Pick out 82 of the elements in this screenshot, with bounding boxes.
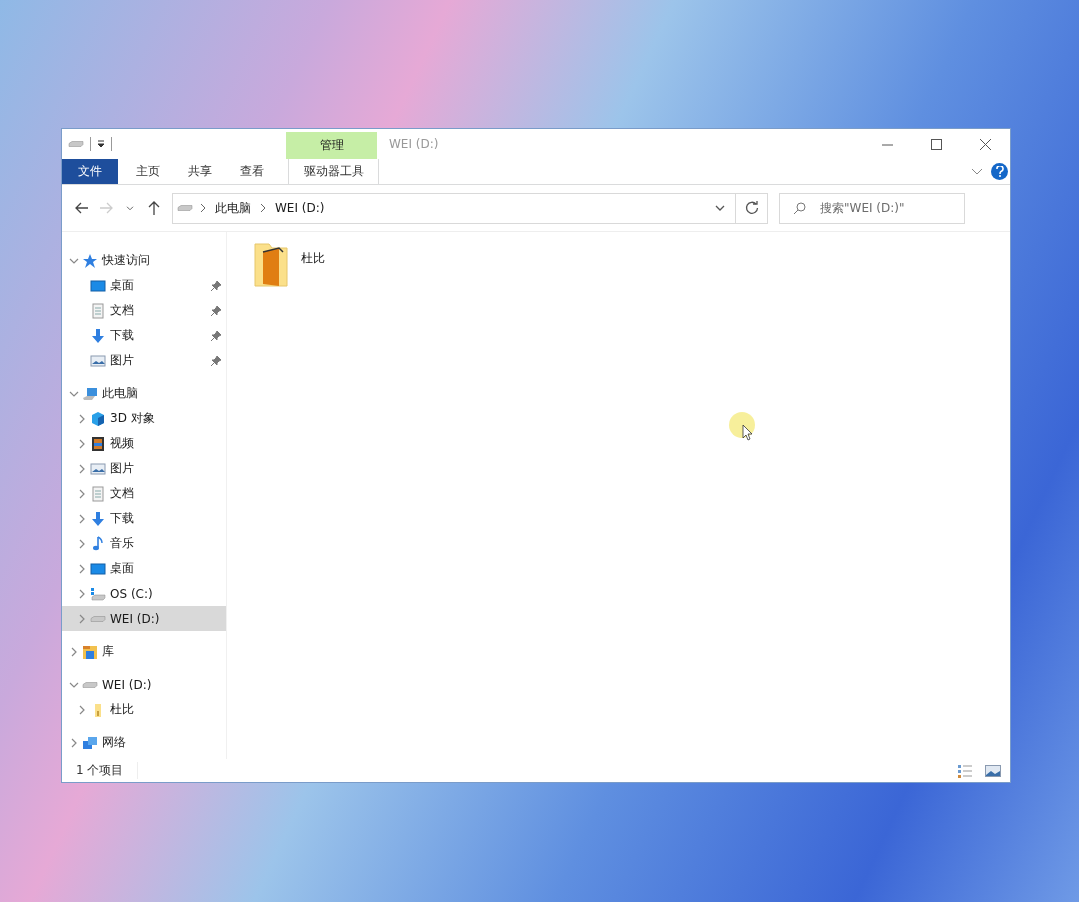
chevron-right-icon[interactable] bbox=[69, 646, 79, 657]
monitor-icon bbox=[90, 560, 106, 577]
back-arrow-icon bbox=[75, 202, 89, 214]
document-icon bbox=[90, 485, 106, 502]
search-field[interactable]: 搜索"WEI (D:)" bbox=[779, 192, 965, 224]
chevron-right-icon[interactable] bbox=[259, 203, 267, 213]
dropdown-caret-icon[interactable] bbox=[715, 205, 725, 211]
breadcrumb-item[interactable]: WEI (D:) bbox=[271, 201, 329, 215]
refresh-icon bbox=[744, 201, 759, 215]
item-count: 1 个项目 bbox=[76, 762, 139, 779]
breadcrumb-item[interactable]: 此电脑 bbox=[211, 199, 255, 217]
chevron-right-icon[interactable] bbox=[77, 463, 87, 474]
computer-icon bbox=[82, 385, 98, 402]
network-icon bbox=[82, 734, 98, 751]
folder-item[interactable]: 杜比 bbox=[253, 242, 353, 288]
star-icon bbox=[82, 252, 98, 269]
chevron-right-icon[interactable] bbox=[77, 563, 87, 574]
drive-icon bbox=[82, 681, 98, 688]
tree-item[interactable]: 库 bbox=[62, 639, 226, 664]
picture-icon bbox=[90, 352, 106, 369]
search-icon bbox=[793, 201, 806, 215]
large-icons-view-button[interactable] bbox=[982, 763, 1004, 778]
drive-icon bbox=[90, 615, 106, 622]
cursor-icon bbox=[729, 412, 757, 442]
tree-item[interactable]: 音乐 bbox=[62, 531, 226, 556]
chevron-down-icon bbox=[126, 205, 134, 211]
monitor-icon bbox=[90, 277, 106, 294]
chevron-right-icon[interactable] bbox=[77, 538, 87, 549]
tree-item[interactable]: 文档 bbox=[62, 298, 226, 323]
chevron-right-icon[interactable] bbox=[77, 588, 87, 599]
tree-item[interactable]: 下载 bbox=[62, 506, 226, 531]
tree-item[interactable]: 杜比 bbox=[62, 697, 226, 722]
down-arrow-icon bbox=[90, 327, 106, 344]
tree-item[interactable]: 文档 bbox=[62, 481, 226, 506]
film-icon bbox=[90, 435, 106, 452]
up-arrow-icon bbox=[148, 201, 160, 215]
tree-item[interactable]: 桌面 bbox=[62, 556, 226, 581]
window-title: WEI (D:) bbox=[388, 136, 440, 153]
chevron-right-icon[interactable] bbox=[199, 203, 207, 213]
ribbon-tab[interactable]: 驱动器工具 bbox=[288, 159, 379, 184]
chevron-right-icon[interactable] bbox=[77, 488, 87, 499]
chevron-right-icon[interactable] bbox=[77, 704, 87, 715]
drive-icon bbox=[90, 585, 106, 602]
library-icon bbox=[82, 643, 98, 660]
tree-item[interactable]: 桌面 bbox=[62, 273, 226, 298]
tree-item[interactable]: 此电脑 bbox=[62, 381, 226, 406]
tree-item[interactable]: 快速访问 bbox=[62, 248, 226, 273]
ribbon-tab[interactable]: 文件 bbox=[62, 159, 118, 184]
forward-arrow-icon bbox=[99, 202, 113, 214]
pin-icon[interactable] bbox=[210, 279, 222, 292]
maximize-icon bbox=[931, 138, 942, 150]
chevron-right-icon[interactable] bbox=[77, 513, 87, 524]
picture-icon bbox=[90, 460, 106, 477]
pin-icon[interactable] bbox=[210, 354, 222, 367]
drive-icon bbox=[177, 205, 193, 211]
context-tab-header: 管理 bbox=[286, 132, 377, 159]
tree-item[interactable]: OS (C:) bbox=[62, 581, 226, 606]
chevron-right-icon[interactable] bbox=[77, 438, 87, 449]
cube-icon bbox=[90, 410, 106, 427]
chevron-right-icon[interactable] bbox=[69, 737, 79, 748]
pin-icon[interactable] bbox=[210, 304, 222, 317]
document-icon bbox=[90, 302, 106, 319]
pin-icon[interactable] bbox=[210, 329, 222, 342]
chevron-right-icon[interactable] bbox=[77, 413, 87, 424]
tree-item[interactable]: 视频 bbox=[62, 431, 226, 456]
drive-icon bbox=[68, 141, 84, 147]
tree-item[interactable]: 图片 bbox=[62, 348, 226, 373]
folder-icon bbox=[253, 242, 289, 288]
tree-item[interactable]: 图片 bbox=[62, 456, 226, 481]
tree-item[interactable]: WEI (D:) bbox=[62, 672, 226, 697]
close-icon bbox=[980, 138, 991, 150]
help-icon[interactable] bbox=[991, 163, 1008, 180]
expand-ribbon-icon[interactable] bbox=[971, 168, 983, 176]
tree-item[interactable]: WEI (D:) bbox=[62, 606, 226, 631]
music-note-icon bbox=[90, 535, 106, 552]
tree-item[interactable]: 网络 bbox=[62, 730, 226, 755]
dropdown-caret-icon[interactable] bbox=[97, 140, 105, 148]
down-arrow-icon bbox=[90, 510, 106, 527]
address-bar[interactable]: 此电脑 WEI (D:) bbox=[172, 192, 768, 224]
tree-item[interactable]: 3D 对象 bbox=[62, 406, 226, 431]
tree-item[interactable]: 下载 bbox=[62, 323, 226, 348]
chevron-right-icon[interactable] bbox=[77, 613, 87, 624]
